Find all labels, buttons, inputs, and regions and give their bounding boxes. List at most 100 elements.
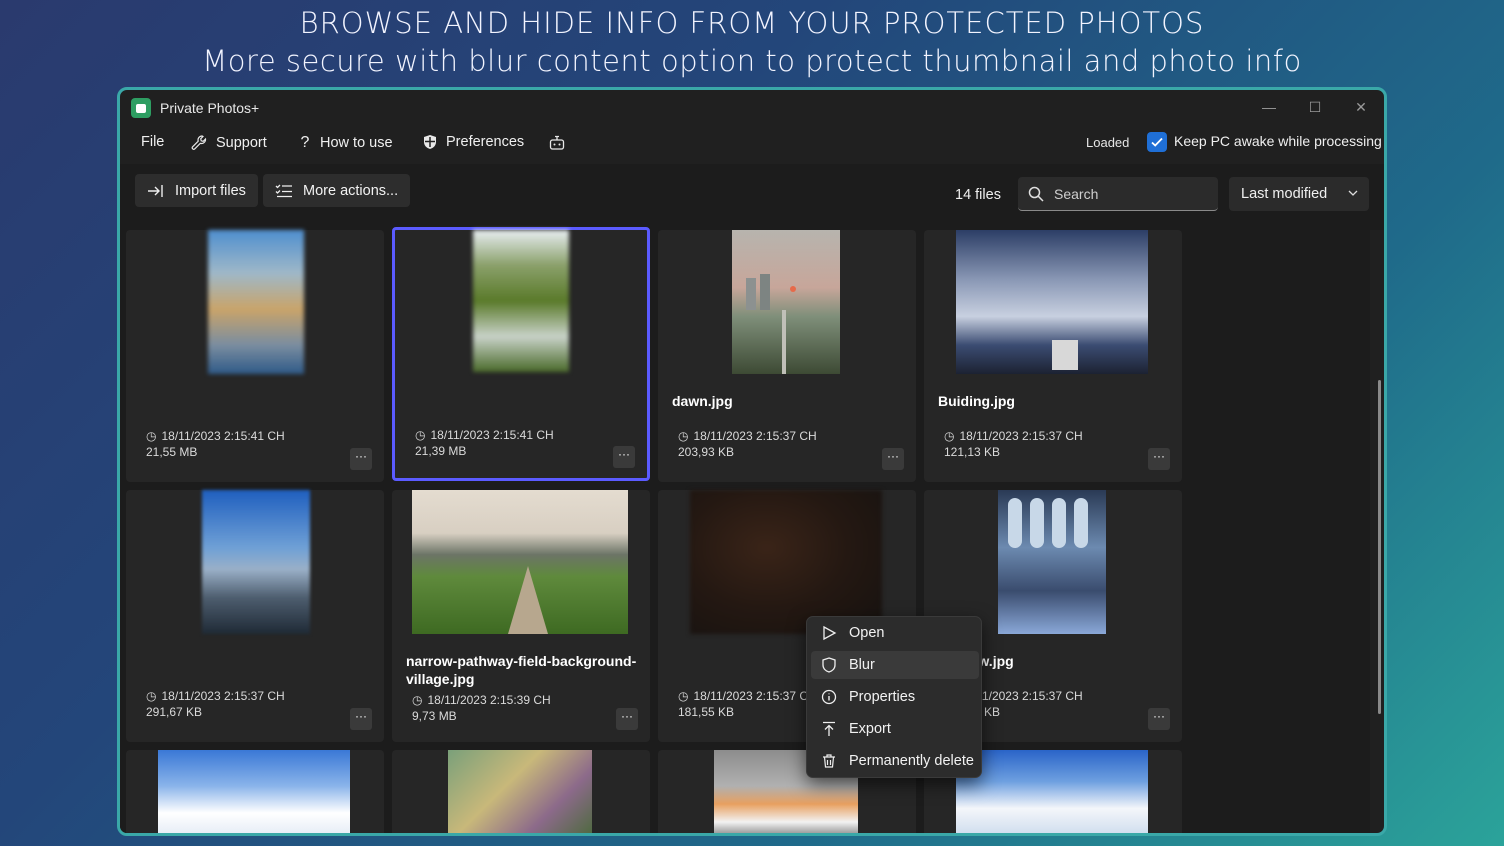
photo-thumbnail-blurred (202, 490, 310, 634)
photo-filename: narrow-pathway-field-background-village.… (406, 653, 637, 687)
photo-thumbnail-blurred (690, 490, 882, 634)
sort-dropdown[interactable]: Last modified (1229, 177, 1369, 211)
shield-icon (424, 135, 436, 149)
checkmark-icon (1151, 137, 1163, 147)
app-logo-icon (131, 98, 151, 118)
photo-card[interactable] (126, 750, 384, 833)
building-shape (746, 278, 756, 310)
context-blur[interactable]: Blur (811, 651, 979, 679)
title-bar: Private Photos+ — ☐ ✕ (120, 90, 1384, 124)
clock-icon: ◷ (146, 689, 157, 703)
photo-date: 18/11/2023 2:15:37 CH (959, 429, 1083, 443)
photo-meta: ◷ 18/11/2023 2:15:37 CH 121,13 KB (944, 428, 1083, 460)
context-export[interactable]: Export (811, 715, 979, 743)
trash-icon (823, 754, 835, 768)
photo-card[interactable]: Buiding.jpg ◷ 18/11/2023 2:15:37 CH 121,1… (924, 230, 1182, 482)
clock-icon: ◷ (415, 428, 426, 442)
photo-meta: ◷ 18/11/2023 2:15:41 CH 21,55 MB (146, 428, 285, 460)
photo-card-selected[interactable]: ◷ 18/11/2023 2:15:41 CH 21,39 MB ··· (392, 227, 650, 481)
search-icon (1028, 186, 1044, 202)
menu-extra[interactable] (548, 134, 566, 152)
question-icon: ? (300, 134, 310, 151)
context-open[interactable]: Open (811, 619, 979, 647)
import-files-button[interactable]: Import files (135, 174, 258, 207)
photo-thumbnail (998, 490, 1106, 634)
window-pane-shape (1008, 498, 1022, 548)
close-button[interactable]: ✕ (1338, 94, 1384, 120)
photo-card[interactable]: narrow-pathway-field-background-village.… (392, 490, 650, 742)
photo-thumbnail (956, 230, 1148, 374)
files-count: 14 files (955, 187, 1001, 203)
keep-awake-label[interactable]: Keep PC awake while processing (1174, 133, 1382, 149)
photo-meta: ◷ 18/11/2023 2:15:37 CH 181,55 KB (678, 688, 817, 720)
photo-size: 21,55 MB (146, 445, 198, 459)
loaded-status: Loaded (1086, 135, 1130, 150)
context-menu: Open Blur Properties Export Permanently … (806, 616, 982, 778)
more-options-button[interactable]: ··· (1148, 448, 1170, 470)
photo-thumbnail (956, 750, 1148, 833)
toolbar: Import files More actions... 14 files Se… (120, 164, 1384, 230)
window-pane-shape (1030, 498, 1044, 548)
photo-thumbnail (448, 750, 592, 833)
import-icon (148, 184, 163, 197)
clock-icon: ◷ (678, 689, 689, 703)
photo-card[interactable] (392, 750, 650, 833)
photo-card[interactable]: dawn.jpg ◷ 18/11/2023 2:15:37 CH 203,93 K… (658, 230, 916, 482)
menu-support[interactable]: Support (190, 134, 267, 152)
promo-headline: BROWSE AND HIDE INFO FROM YOUR PROTECTED… (299, 6, 1205, 40)
search-input[interactable]: Search (1018, 177, 1218, 211)
more-options-button[interactable]: ··· (613, 446, 635, 468)
photo-meta: ◷ 18/11/2023 2:15:37 CH 291,67 KB (146, 688, 285, 720)
list-icon (275, 184, 292, 197)
photo-thumbnail-blurred (473, 230, 569, 372)
info-icon (821, 689, 837, 705)
photo-filename: dawn.jpg (672, 393, 733, 409)
more-options-button[interactable]: ··· (350, 448, 372, 470)
menu-file[interactable]: File (141, 134, 164, 150)
context-properties-label: Properties (849, 689, 916, 705)
menu-how-to-use[interactable]: ? How to use (298, 134, 393, 152)
more-options-button[interactable]: ··· (616, 708, 638, 730)
clock-icon: ◷ (944, 429, 955, 443)
photo-date: 18/11/2023 2:15:37 CH (693, 689, 817, 703)
photo-date: 18/11/2023 2:15:37 CH (161, 689, 285, 703)
menu-preferences-label: Preferences (446, 134, 525, 150)
building-shape (1052, 340, 1078, 370)
shield-icon (822, 657, 836, 673)
app-title: Private Photos+ (160, 100, 260, 116)
vertical-scrollbar[interactable] (1378, 380, 1381, 714)
context-properties[interactable]: Properties (811, 683, 979, 711)
photo-size: 181,55 KB (678, 705, 735, 719)
photo-date: 18/11/2023 2:15:39 CH (427, 693, 551, 707)
photo-meta: ◷ 18/11/2023 2:15:37 CH 203,93 KB (678, 428, 817, 460)
photo-date: 18/11/2023 2:15:41 CH (430, 428, 554, 442)
menu-file-label: File (141, 134, 165, 150)
photo-card[interactable]: ◷ 18/11/2023 2:15:41 CH 21,55 MB ··· (126, 230, 384, 482)
context-blur-label: Blur (849, 657, 875, 673)
road-shape (782, 310, 786, 374)
building-shape (760, 274, 770, 310)
more-actions-button[interactable]: More actions... (263, 174, 411, 207)
window-pane-shape (1074, 498, 1088, 548)
photo-date: 18/11/2023 2:15:41 CH (161, 429, 285, 443)
photo-card[interactable]: ◷ 18/11/2023 2:15:37 CH 291,67 KB ··· (126, 490, 384, 742)
photo-size: 21,39 MB (415, 444, 467, 458)
search-placeholder: Search (1054, 185, 1099, 202)
more-actions-label: More actions... (303, 182, 399, 199)
context-delete[interactable]: Permanently delete (811, 747, 979, 775)
minimize-button[interactable]: — (1246, 94, 1292, 120)
photo-thumbnail (412, 490, 628, 634)
window-pane-shape (1052, 498, 1066, 548)
keep-awake-checkbox[interactable] (1147, 132, 1167, 152)
more-options-button[interactable]: ··· (882, 448, 904, 470)
more-options-button[interactable]: ··· (350, 708, 372, 730)
promo-subheadline: More secure with blur content option to … (202, 44, 1302, 78)
menu-support-label: Support (216, 135, 267, 151)
photo-filename: Buiding.jpg (938, 393, 1015, 409)
more-options-button[interactable]: ··· (1148, 708, 1170, 730)
menu-preferences[interactable]: Preferences (422, 134, 524, 150)
import-files-label: Import files (175, 182, 246, 199)
export-icon (823, 721, 835, 736)
maximize-button[interactable]: ☐ (1292, 94, 1338, 120)
photo-thumbnail (158, 750, 350, 833)
